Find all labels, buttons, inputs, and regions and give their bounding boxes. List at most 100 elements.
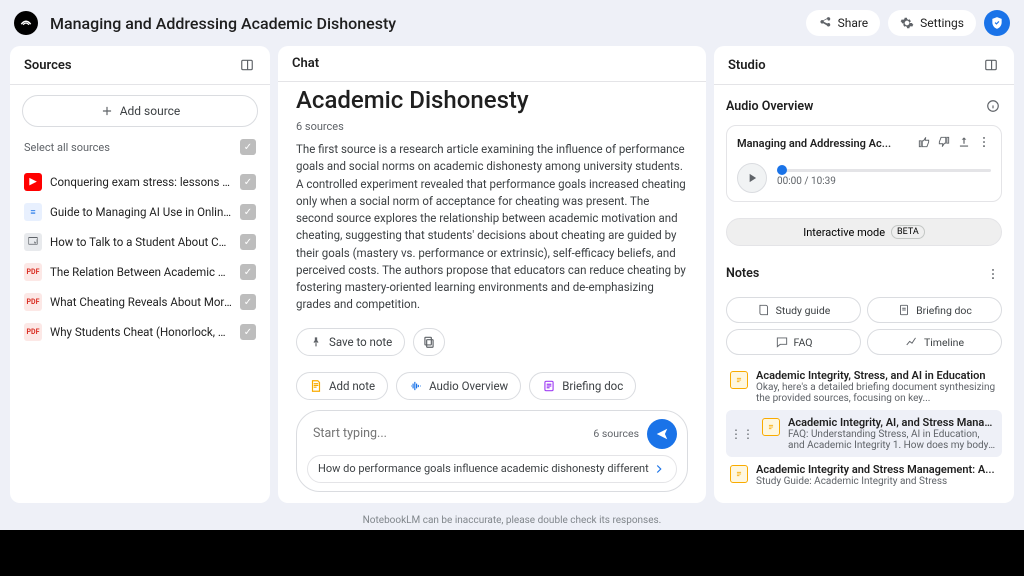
more-vert-icon bbox=[977, 135, 991, 149]
share-icon bbox=[818, 16, 832, 30]
source-item[interactable]: PDFWhy Students Cheat (Honorlock, 202...… bbox=[22, 317, 258, 347]
panel-icon bbox=[240, 58, 254, 72]
send-button[interactable] bbox=[647, 419, 677, 449]
beta-badge: BETA bbox=[891, 225, 925, 239]
note-icon bbox=[309, 379, 323, 393]
copy-button[interactable] bbox=[413, 328, 445, 356]
source-item[interactable]: ▶Conquering exam stress: lessons fro...✓ bbox=[22, 167, 258, 197]
source-item[interactable]: PDF The Relation Between Academic Mot... ✓ bbox=[22, 257, 258, 287]
settings-button[interactable]: Settings bbox=[888, 10, 976, 36]
note-title: Academic Integrity, AI, and Stress Manag… bbox=[788, 416, 998, 429]
timeline-chip[interactable]: Timeline bbox=[867, 329, 1002, 355]
audio-time: 00:00 / 10:39 bbox=[777, 176, 991, 187]
panel-icon bbox=[984, 58, 998, 72]
upload-icon bbox=[957, 135, 971, 149]
share-label: Share bbox=[838, 16, 869, 30]
disclaimer: NotebookLM can be inaccurate, please dou… bbox=[0, 511, 1024, 530]
faq-chip[interactable]: FAQ bbox=[726, 329, 861, 355]
drag-handle[interactable]: ⋮⋮ bbox=[730, 427, 754, 441]
select-all-checkbox[interactable]: ✓ bbox=[240, 139, 256, 155]
note-doc-icon bbox=[762, 418, 780, 436]
suggestion-text: How do performance goals influence acade… bbox=[318, 462, 649, 475]
studio-title: Studio bbox=[728, 58, 766, 73]
notes-list: Academic Integrity, Stress, and AI in Ed… bbox=[726, 363, 1002, 493]
sources-collapse-button[interactable] bbox=[238, 56, 256, 74]
note-item[interactable]: Academic Integrity and Stress Management… bbox=[726, 457, 1002, 493]
account-shield-icon[interactable] bbox=[984, 10, 1010, 36]
audio-more-button[interactable] bbox=[977, 134, 991, 153]
chat-heading: Academic Dishonesty bbox=[296, 86, 688, 114]
sources-title: Sources bbox=[24, 58, 72, 73]
chat-title: Chat bbox=[292, 56, 319, 71]
input-sources-count: 6 sources bbox=[593, 427, 639, 440]
interactive-mode-button[interactable]: Interactive mode BETA bbox=[726, 218, 1002, 246]
briefing-doc-button[interactable]: Briefing doc bbox=[529, 372, 636, 400]
studio-collapse-button[interactable] bbox=[982, 56, 1000, 74]
play-button[interactable] bbox=[737, 163, 767, 193]
suggestion-chip[interactable]: How do performance goals influence acade… bbox=[307, 455, 677, 483]
web-source-icon: 🗔 bbox=[24, 233, 42, 251]
chat-sources-count: 6 sources bbox=[296, 120, 688, 133]
thumbs-up-icon bbox=[917, 135, 931, 149]
chat-input-area: 6 sources How do performance goals influ… bbox=[296, 410, 688, 492]
plus-icon bbox=[100, 104, 114, 118]
sources-panel: Sources Add source Select all sources ✓ … bbox=[10, 46, 270, 503]
add-source-button[interactable]: Add source bbox=[22, 95, 258, 127]
add-source-label: Add source bbox=[120, 104, 181, 118]
pdf-source-icon: PDF bbox=[24, 263, 42, 281]
note-subtitle: Okay, here's a detailed briefing documen… bbox=[756, 382, 998, 404]
source-checkbox[interactable]: ✓ bbox=[240, 234, 256, 250]
source-checkbox[interactable]: ✓ bbox=[240, 264, 256, 280]
source-checkbox[interactable]: ✓ bbox=[240, 204, 256, 220]
audio-info-button[interactable] bbox=[984, 97, 1002, 115]
study-guide-chip[interactable]: Study guide bbox=[726, 297, 861, 323]
pin-icon bbox=[309, 335, 323, 349]
note-item[interactable]: Academic Integrity, Stress, and AI in Ed… bbox=[726, 363, 1002, 410]
add-note-button[interactable]: Add note bbox=[296, 372, 388, 400]
source-checkbox[interactable]: ✓ bbox=[240, 294, 256, 310]
briefing-icon bbox=[542, 379, 556, 393]
source-checkbox[interactable]: ✓ bbox=[240, 174, 256, 190]
timeline-icon bbox=[905, 335, 919, 349]
share-button[interactable]: Share bbox=[806, 10, 881, 36]
audio-overview-button[interactable]: Audio Overview bbox=[396, 372, 521, 400]
source-label: Why Students Cheat (Honorlock, 202... bbox=[50, 325, 232, 339]
play-icon bbox=[745, 171, 759, 185]
note-title: Academic Integrity, Stress, and AI in Ed… bbox=[756, 369, 998, 382]
add-note-label: Add note bbox=[329, 379, 375, 393]
chevron-right-icon bbox=[652, 462, 666, 476]
thumbs-up-button[interactable] bbox=[917, 134, 931, 153]
audio-overview-section-title: Audio Overview bbox=[726, 99, 813, 114]
share-audio-button[interactable] bbox=[957, 134, 971, 153]
note-subtitle: Study Guide: Academic Integrity and Stre… bbox=[756, 476, 998, 487]
source-item[interactable]: 🗔How to Talk to a Student About Chea...✓ bbox=[22, 227, 258, 257]
note-doc-icon bbox=[730, 371, 748, 389]
copy-icon bbox=[422, 335, 436, 349]
source-checkbox[interactable]: ✓ bbox=[240, 324, 256, 340]
chat-summary: The first source is a research article e… bbox=[296, 141, 688, 314]
waveform-icon bbox=[409, 379, 423, 393]
settings-label: Settings bbox=[920, 16, 964, 30]
note-item[interactable]: ⋮⋮ Academic Integrity, AI, and Stress Man… bbox=[726, 410, 1002, 457]
pdf-source-icon: PDF bbox=[24, 293, 42, 311]
source-label: What Cheating Reveals About Morali... bbox=[50, 295, 232, 309]
briefing-doc-chip[interactable]: Briefing doc bbox=[867, 297, 1002, 323]
source-item[interactable]: ≡Guide to Managing AI Use in Online ...✓ bbox=[22, 197, 258, 227]
doc-source-icon: ≡ bbox=[24, 203, 42, 221]
more-vert-icon bbox=[986, 267, 1000, 281]
note-title: Academic Integrity and Stress Management… bbox=[756, 463, 998, 476]
source-label: The Relation Between Academic Mot... bbox=[50, 265, 232, 279]
audio-card: Managing and Addressing Ac... 00:00 / 10… bbox=[726, 125, 1002, 202]
notes-more-button[interactable] bbox=[984, 265, 1002, 283]
gear-icon bbox=[900, 16, 914, 30]
save-to-note-button[interactable]: Save to note bbox=[296, 328, 405, 356]
yt-source-icon: ▶ bbox=[24, 173, 42, 191]
studio-panel: Studio Audio Overview Managing and Addre… bbox=[714, 46, 1014, 503]
audio-clip-title: Managing and Addressing Ac... bbox=[737, 137, 911, 150]
note-subtitle: FAQ: Understanding Stress, AI in Educati… bbox=[788, 429, 998, 451]
source-item[interactable]: PDF What Cheating Reveals About Morali...… bbox=[22, 287, 258, 317]
audio-progress[interactable]: 00:00 / 10:39 bbox=[777, 169, 991, 187]
chat-input[interactable] bbox=[307, 422, 585, 445]
chat-icon bbox=[775, 335, 789, 349]
thumbs-down-button[interactable] bbox=[937, 134, 951, 153]
